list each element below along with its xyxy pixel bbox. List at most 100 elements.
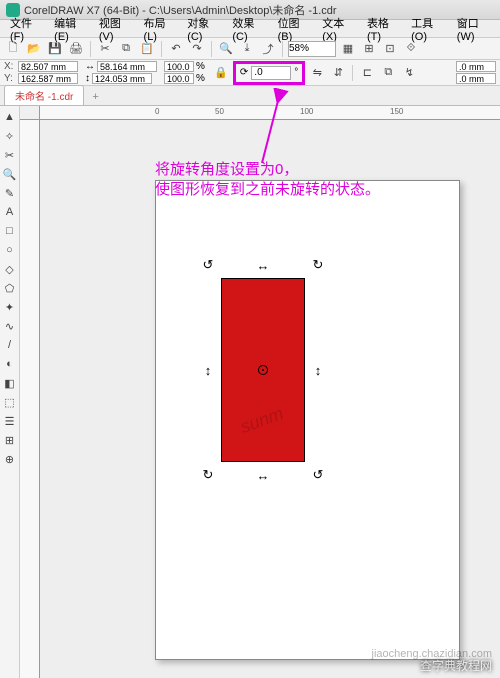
eyedropper-tool-icon[interactable]: ⬚	[1, 393, 19, 411]
paste-icon[interactable]: 📋	[138, 40, 156, 58]
menu-tools[interactable]: 工具(O)	[405, 15, 449, 43]
skew-handle-r-icon[interactable]: ↕	[311, 363, 325, 377]
rectangle-tool-icon[interactable]: □	[1, 222, 19, 240]
property-bar: X: Y: ↔ ↕ % % 🔒 ⟳ ° ⇋ ⇵ ⊏	[0, 60, 500, 86]
pct-label: %	[196, 73, 205, 84]
menu-table[interactable]: 表格(T)	[361, 15, 403, 43]
tab-add-button[interactable]: +	[86, 89, 104, 105]
height-input[interactable]	[92, 73, 152, 84]
skew-handle-t-icon[interactable]: ↔	[256, 258, 270, 272]
ruler-horizontal[interactable]: 0 50 100 150	[40, 106, 500, 120]
copy-icon[interactable]: ⧉	[117, 40, 135, 58]
ruler-vertical[interactable]	[20, 120, 40, 678]
zoom-tool-icon[interactable]: 🔍	[1, 165, 19, 183]
menu-text[interactable]: 文本(X)	[316, 15, 359, 43]
toolbox: ▲ ✧ ✂ 🔍 ✎ A □ ○ ◇ ⬠ ✦ ∿ / ◐ ◧ ⬚ ☰ ⊞ ⊕	[0, 106, 20, 678]
wrap-icon[interactable]: ↯	[400, 64, 418, 82]
undo-icon[interactable]: ↶	[167, 40, 185, 58]
separator	[161, 41, 162, 57]
zoom-select[interactable]	[288, 41, 336, 57]
x-label: X:	[4, 61, 16, 72]
text-tool-icon[interactable]: A	[1, 203, 19, 221]
order-icon[interactable]: ⧉	[379, 64, 397, 82]
print-icon[interactable]: 🖨	[67, 40, 85, 58]
x-input[interactable]	[18, 61, 78, 72]
curve-tool-icon[interactable]: ∿	[1, 317, 19, 335]
new-icon[interactable]: 🗋	[4, 40, 22, 58]
annotation-text: 将旋转角度设置为0， 使图形恢复到之前未旋转的状态。	[155, 160, 380, 201]
selected-shape[interactable]: ↺ ↻ ↻ ↺ ↔ ↔ ↕ ↕	[203, 260, 323, 480]
skew-handle-b-icon[interactable]: ↔	[256, 468, 270, 482]
lock-ratio-icon[interactable]: 🔒	[212, 64, 230, 82]
y-input[interactable]	[18, 73, 78, 84]
ruler-tick: 0	[155, 107, 159, 116]
crop-tool-icon[interactable]: ✂	[1, 146, 19, 164]
tool-icon[interactable]: ⟐	[402, 40, 420, 58]
shape-tool-icon[interactable]: ✧	[1, 127, 19, 145]
skew-handle-l-icon[interactable]: ↕	[201, 363, 215, 377]
y-label: Y:	[4, 73, 16, 84]
polygon-tool-icon[interactable]: ◇	[1, 260, 19, 278]
separator	[282, 41, 283, 57]
scale-y-input[interactable]	[164, 73, 194, 84]
pick-tool-icon[interactable]: ▲	[1, 108, 19, 126]
width-icon: ↔	[85, 61, 95, 72]
mirror-h-icon[interactable]: ⇋	[308, 64, 326, 82]
outline-b-input[interactable]	[456, 73, 496, 84]
menu-edit[interactable]: 编辑(E)	[48, 15, 91, 43]
cut-icon[interactable]: ✂	[96, 40, 114, 58]
menu-bar[interactable]: 文件(F) 编辑(E) 视图(V) 布局(L) 对象(C) 效果(C) 位图(B…	[0, 20, 500, 38]
separator	[90, 41, 91, 57]
outline-a-input[interactable]	[456, 61, 496, 72]
export-icon[interactable]: ⤴	[259, 40, 277, 58]
separator	[352, 65, 353, 81]
table-tool-icon[interactable]: ⊞	[1, 431, 19, 449]
rotation-input[interactable]	[251, 66, 291, 80]
tool-icon[interactable]: ▦	[339, 40, 357, 58]
rotate-handle-br-icon[interactable]: ↺	[311, 468, 325, 482]
ellipse-tool-icon[interactable]: ○	[1, 241, 19, 259]
annotation-line2: 使图形恢复到之前未旋转的状态。	[155, 180, 380, 200]
freehand-tool-icon[interactable]: ✎	[1, 184, 19, 202]
mirror-v-icon[interactable]: ⇵	[329, 64, 347, 82]
ruler-tick: 150	[390, 107, 403, 116]
rotate-icon: ⟳	[240, 67, 248, 78]
menu-layout[interactable]: 布局(L)	[138, 15, 180, 43]
line-tool-icon[interactable]: /	[1, 336, 19, 354]
tool-icon[interactable]: ⊡	[381, 40, 399, 58]
align-icon[interactable]: ⊏	[358, 64, 376, 82]
redo-icon[interactable]: ↷	[188, 40, 206, 58]
rotate-handle-bl-icon[interactable]: ↻	[201, 468, 215, 482]
outline-tool-icon[interactable]: ☰	[1, 412, 19, 430]
import-icon[interactable]: ⤓	[238, 40, 256, 58]
degree-label: °	[294, 67, 298, 78]
transparency-tool-icon[interactable]: ◧	[1, 374, 19, 392]
separator	[211, 41, 212, 57]
save-icon[interactable]: 💾	[46, 40, 64, 58]
open-icon[interactable]: 📂	[25, 40, 43, 58]
rotate-handle-tl-icon[interactable]: ↺	[201, 258, 215, 272]
rotation-center-icon[interactable]	[258, 365, 268, 375]
rotate-handle-tr-icon[interactable]: ↻	[311, 258, 325, 272]
search-icon[interactable]: 🔍	[217, 40, 235, 58]
fill-tool-icon[interactable]: ◐	[1, 355, 19, 373]
scale-x-input[interactable]	[164, 61, 194, 72]
star-tool-icon[interactable]: ✦	[1, 298, 19, 316]
watermark-main: 查字典教程网	[420, 657, 492, 674]
menu-object[interactable]: 对象(C)	[181, 15, 224, 43]
size-group: ↔ ↕	[85, 61, 157, 84]
tab-document[interactable]: 未命名 -1.cdr	[4, 85, 84, 105]
menu-bitmap[interactable]: 位图(B)	[272, 15, 315, 43]
ruler-origin[interactable]	[20, 106, 40, 120]
menu-window[interactable]: 窗口(W)	[451, 15, 496, 43]
add-tool-icon[interactable]: ⊕	[1, 450, 19, 468]
tool-icon[interactable]: ⊞	[360, 40, 378, 58]
menu-view[interactable]: 视图(V)	[93, 15, 136, 43]
menu-effect[interactable]: 效果(C)	[226, 15, 269, 43]
width-input[interactable]	[97, 61, 157, 72]
basic-shapes-tool-icon[interactable]: ⬠	[1, 279, 19, 297]
position-group: X: Y:	[4, 61, 78, 84]
annotation-line1: 将旋转角度设置为0，	[155, 160, 380, 180]
rotation-highlight: ⟳ °	[233, 61, 305, 85]
ruler-tick: 50	[215, 107, 224, 116]
